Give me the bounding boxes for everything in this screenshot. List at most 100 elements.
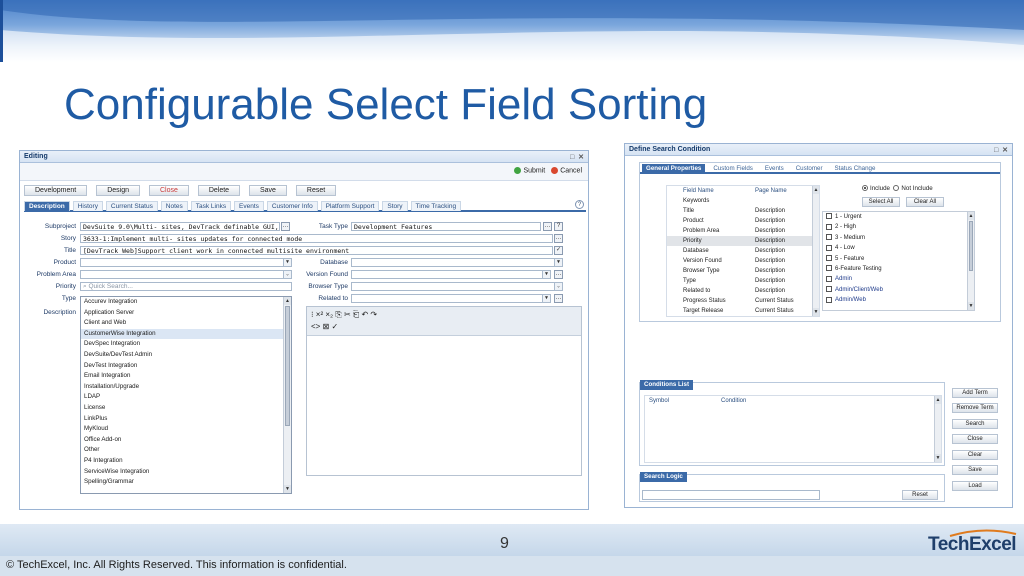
field-grid-row[interactable]: Priority Description xyxy=(667,236,819,246)
remove-term-button[interactable]: Remove Term xyxy=(952,403,998,413)
conditions-table[interactable]: Symbol Condition ▲ ▼ xyxy=(644,395,942,463)
load-button[interactable]: Load xyxy=(952,481,998,491)
database-select[interactable]: ▼ xyxy=(351,258,563,267)
scroll-up-icon[interactable]: ▲ xyxy=(968,212,974,220)
field-grid-row[interactable]: Database Description xyxy=(667,246,819,256)
chevron-down-icon[interactable]: ⌄ xyxy=(283,271,291,278)
type-option[interactable]: Email Integration xyxy=(81,371,291,382)
subproject-field[interactable]: DevSuite 9.0\Multi- sites, DevTrack defi… xyxy=(80,222,280,231)
type-option[interactable]: ServiceWise Integration xyxy=(81,467,291,478)
tab-events[interactable]: Events xyxy=(761,164,788,173)
checkbox[interactable] xyxy=(826,296,832,303)
title-field[interactable]: [DevTrack Web]Support client work in con… xyxy=(80,246,553,255)
search-button[interactable]: Search xyxy=(952,419,998,429)
tab-platform-support[interactable]: Platform Support xyxy=(320,201,380,211)
help-icon[interactable]: ? xyxy=(575,200,584,209)
task-type-picker-icon[interactable]: … xyxy=(543,222,552,231)
description-editor[interactable]: ⁝ ×² ×₂ ⎘ ✂ ⎗ ↶ ↷ <> ⊠ ✓ xyxy=(306,306,582,476)
scroll-down-icon[interactable]: ▼ xyxy=(935,454,941,462)
save-button[interactable]: Save xyxy=(952,465,998,475)
checkbox[interactable] xyxy=(826,223,832,230)
checkbox[interactable] xyxy=(826,254,832,261)
type-option[interactable]: Office Add-on xyxy=(81,435,291,446)
reset-button[interactable]: Reset xyxy=(902,490,938,500)
close-button[interactable]: Close xyxy=(952,434,998,444)
scroll-up-icon[interactable]: ▲ xyxy=(284,297,291,305)
scroll-up-icon[interactable]: ▲ xyxy=(935,396,941,404)
tab-status-change[interactable]: Status Change xyxy=(830,164,879,173)
close-button[interactable]: Close xyxy=(148,185,189,196)
type-option[interactable]: LDAP xyxy=(81,392,291,403)
cancel-button[interactable]: Cancel xyxy=(560,167,582,174)
field-grid-row[interactable]: Keywords xyxy=(667,196,819,206)
value-option[interactable]: Admin xyxy=(823,274,974,284)
include-radio[interactable] xyxy=(862,185,868,192)
editor-toolbar-row-1[interactable]: ⁝ ×² ×₂ ⎘ ✂ ⎗ ↶ ↷ xyxy=(311,309,577,321)
version-found-picker-icon[interactable]: … xyxy=(554,270,563,279)
value-option[interactable]: 3 - Medium xyxy=(823,233,974,243)
checkbox[interactable] xyxy=(826,213,832,220)
chevron-down-icon[interactable]: ▼ xyxy=(554,259,562,266)
tab-custom-fields[interactable]: Custom Fields xyxy=(709,164,757,173)
type-option[interactable]: Other xyxy=(81,445,291,456)
problem-area-select[interactable]: ⌄ xyxy=(80,270,292,279)
task-type-field[interactable]: Development Features xyxy=(351,222,541,231)
checkbox[interactable] xyxy=(826,244,832,251)
tab-task-links[interactable]: Task Links xyxy=(190,201,232,211)
editor-toolbar-row-2[interactable]: <> ⊠ ✓ xyxy=(311,321,577,333)
submit-button[interactable]: Submit xyxy=(523,167,545,174)
title-spellcheck-icon[interactable]: ✓ xyxy=(554,246,563,255)
tab-general-properties[interactable]: General Properties xyxy=(642,164,706,173)
field-grid-row[interactable]: Progress Status Current Status xyxy=(667,296,819,306)
field-grid-scrollbar[interactable]: ▲ ▼ xyxy=(812,186,819,316)
tab-time-tracking[interactable]: Time Tracking xyxy=(410,201,462,211)
value-list-scrollbar[interactable]: ▲ ▼ xyxy=(967,212,974,310)
type-option[interactable]: Spelling/Grammar xyxy=(81,477,291,488)
clear-all-button[interactable]: Clear All xyxy=(906,197,944,207)
type-option[interactable]: DevSpec Integration xyxy=(81,339,291,350)
type-option[interactable]: Application Server xyxy=(81,308,291,319)
search-logic-input[interactable] xyxy=(642,490,820,500)
type-option[interactable]: Client and Web xyxy=(81,318,291,329)
field-grid-row[interactable]: Related to Description xyxy=(667,286,819,296)
tab-description[interactable]: Description xyxy=(24,201,70,211)
type-option[interactable]: LinkPlus xyxy=(81,414,291,425)
subproject-picker-icon[interactable]: … xyxy=(281,222,290,231)
field-grid-row[interactable]: Problem Area Description xyxy=(667,226,819,236)
scroll-down-icon[interactable]: ▼ xyxy=(284,485,291,493)
field-grid-row[interactable]: Title Description xyxy=(667,206,819,216)
tab-story[interactable]: Story xyxy=(382,201,408,211)
value-option[interactable]: 1 - Urgent xyxy=(823,212,974,222)
type-option[interactable]: DevSuite/DevTest Admin xyxy=(81,350,291,361)
conditions-scrollbar[interactable]: ▲ ▼ xyxy=(934,396,941,462)
tab-customer-info[interactable]: Customer Info xyxy=(266,201,318,211)
tab-current-status[interactable]: Current Status xyxy=(105,201,158,211)
related-to-picker-icon[interactable]: … xyxy=(554,294,563,303)
tab-history[interactable]: History xyxy=(72,201,103,211)
checkbox[interactable] xyxy=(826,265,832,272)
tab-notes[interactable]: Notes xyxy=(160,201,188,211)
value-option[interactable]: Admin/Client/Web xyxy=(823,285,974,295)
product-select[interactable]: ▼ xyxy=(80,258,292,267)
type-option[interactable]: Accurev Integration xyxy=(81,297,291,308)
quick-search-input[interactable]: ⌕ Quick Search... xyxy=(80,282,292,291)
chevron-down-icon[interactable]: ▼ xyxy=(283,259,291,266)
value-option[interactable]: 4 - Low xyxy=(823,243,974,253)
type-option[interactable]: CustomerWise Integration xyxy=(81,328,291,340)
value-option[interactable]: 5 - Feature xyxy=(823,254,974,264)
save-button[interactable]: Save xyxy=(249,185,287,196)
type-option[interactable]: P4 Integration xyxy=(81,456,291,467)
add-term-button[interactable]: Add Term xyxy=(952,388,998,398)
field-grid-row[interactable]: Type Description xyxy=(667,276,819,286)
delete-button[interactable]: Delete xyxy=(197,185,241,196)
chevron-down-icon[interactable]: ⌄ xyxy=(554,283,562,290)
not-include-radio[interactable] xyxy=(893,185,900,192)
development-button[interactable]: Development xyxy=(24,185,88,196)
tab-events[interactable]: Events xyxy=(234,201,264,211)
field-grid-row[interactable]: Browser Type Description xyxy=(667,266,819,276)
checkbox[interactable] xyxy=(826,275,832,282)
scrollbar-thumb[interactable] xyxy=(285,306,290,426)
field-grid-row[interactable]: Version Found Description xyxy=(667,256,819,266)
related-to-select[interactable]: ▼ xyxy=(351,294,551,303)
type-option[interactable]: MyKloud xyxy=(81,424,291,435)
